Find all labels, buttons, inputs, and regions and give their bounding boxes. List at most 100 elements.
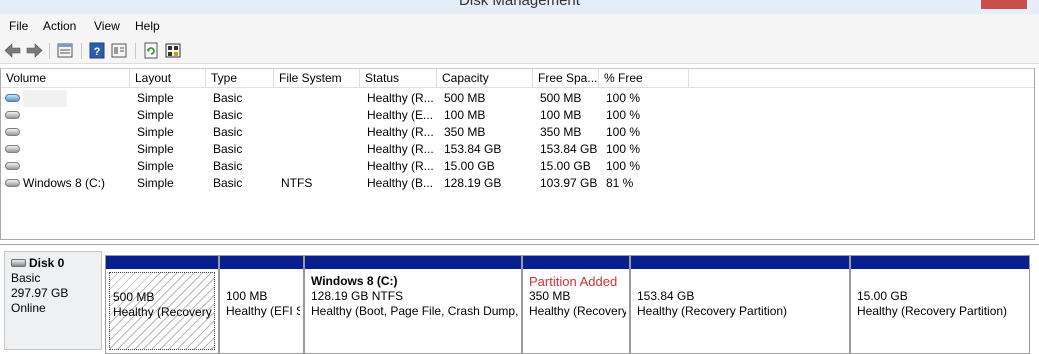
volume-icon (5, 111, 20, 119)
cell-status: Healthy (R... (367, 142, 434, 156)
help-icon[interactable]: ? (88, 42, 106, 59)
volume-icon (5, 94, 20, 102)
partition-added[interactable]: Partition Added 350 MB Healthy (Recovery… (522, 255, 630, 354)
menu-help[interactable]: Help (135, 19, 160, 33)
cell-layout: Simple (137, 159, 174, 173)
cell-percent-free: 100 % (606, 91, 641, 105)
cell-layout: Simple (137, 125, 174, 139)
cell-free-space: 103.97 GB (540, 176, 598, 190)
table-row[interactable]: Simple Basic Healthy (R... 153.84 GB 153… (1, 141, 701, 158)
cell-capacity: 15.00 GB (444, 159, 495, 173)
partition-body: 100 MB Healthy (EFI System Partition) (223, 272, 300, 350)
disk-size: 297.97 GB (11, 286, 69, 300)
cell-percent-free: 81 % (606, 176, 634, 190)
disk-name-row: Disk 0 (11, 256, 101, 271)
cell-file-system (279, 107, 281, 124)
cell-type: Basic (213, 142, 243, 156)
column-free-space[interactable]: Free Spa... (533, 69, 599, 88)
partition-windows-c[interactable]: Windows 8 (C:) 128.19 GB NTFS Healthy (B… (304, 255, 522, 354)
volume-icon (5, 128, 20, 136)
partition-bar (851, 256, 1029, 269)
forward-arrow-icon[interactable] (25, 42, 43, 59)
close-button[interactable] (981, 0, 1027, 9)
partition-recovery-3[interactable]: 15.00 GB Healthy (Recovery Partition) (850, 255, 1030, 354)
rescan-icon[interactable] (164, 42, 182, 59)
cell-type: Basic (213, 108, 243, 122)
column-capacity[interactable]: Capacity (437, 69, 533, 88)
partition-status: Healthy (Recovery Partition) (529, 304, 626, 318)
toolbar: ? (0, 38, 1039, 64)
partition-status: Healthy (Recovery Partition) (637, 304, 788, 318)
cell-file-system (279, 124, 281, 141)
menu-view[interactable]: View (94, 19, 120, 33)
table-row[interactable]: Simple Basic Healthy (R... 500 MB 500 MB… (1, 90, 701, 107)
menu-bar: File Action View Help (0, 14, 1039, 38)
partition-status: Healthy (Recovery Partition) (113, 305, 214, 319)
column-percent-free[interactable]: % Free (599, 69, 689, 88)
cell-status: Healthy (E... (367, 108, 434, 122)
cell-free-space: 153.84 GB (540, 142, 598, 156)
partition-efi[interactable]: 100 MB Healthy (EFI System Partition) (219, 255, 304, 354)
cell-capacity: 350 MB (444, 125, 486, 139)
cell-percent-free: 100 % (606, 159, 641, 173)
partition-status: Healthy (Recovery Partition) (857, 304, 1008, 318)
properties-icon[interactable] (110, 42, 128, 59)
partition-status: Healthy (EFI System Partition) (226, 304, 300, 318)
volume-icon (5, 145, 20, 153)
toolbar-separator (81, 43, 82, 59)
cell-status: Healthy (R... (367, 125, 434, 139)
cell-file-system: NTFS (281, 176, 313, 190)
volume-icon (5, 179, 20, 187)
cell-free-space: 100 MB (540, 108, 582, 122)
partition-status: Healthy (Boot, Page File, Crash Dump, Pr… (311, 304, 518, 318)
window-title: Disk Management (459, 0, 580, 9)
back-arrow-icon[interactable] (4, 42, 22, 59)
svg-text:?: ? (94, 46, 101, 58)
table-row[interactable]: Simple Basic Healthy (E... 100 MB 100 MB… (1, 107, 701, 124)
disk-map-pane: Disk 0 Basic 297.97 GB Online 500 MB Hea… (0, 244, 1039, 354)
partition-size: 153.84 GB (637, 289, 695, 303)
column-layout[interactable]: Layout (130, 69, 206, 88)
column-file-system[interactable]: File System (274, 69, 360, 88)
menu-file[interactable]: File (9, 19, 28, 33)
partition-body: Windows 8 (C:) 128.19 GB NTFS Healthy (B… (308, 272, 518, 350)
volume-list[interactable]: Volume Layout Type File System Status Ca… (0, 68, 1035, 240)
partition-size: 100 MB (226, 289, 268, 303)
partition-recovery-2[interactable]: 153.84 GB Healthy (Recovery Partition) (630, 255, 850, 354)
column-volume[interactable]: Volume (1, 69, 130, 88)
partition-body: 500 MB Healthy (Recovery Partition) (109, 272, 215, 350)
disk-label[interactable]: Disk 0 Basic 297.97 GB Online (4, 251, 102, 350)
partition-recovery-1[interactable]: 500 MB Healthy (Recovery Partition) (105, 255, 219, 354)
partition-bar (305, 256, 521, 269)
table-row[interactable]: Simple Basic Healthy (R... 15.00 GB 15.0… (1, 158, 701, 175)
column-type[interactable]: Type (206, 69, 274, 88)
table-row[interactable]: Windows 8 (C:) Simple Basic NTFS Healthy… (1, 175, 701, 192)
cell-layout: Simple (137, 108, 174, 122)
volume-name-redacted (23, 90, 67, 107)
partition-bar (631, 256, 849, 269)
disk-type: Basic (11, 271, 41, 285)
toolbar-separator (135, 43, 136, 59)
partition-bar (220, 256, 303, 269)
partition-title: Partition Added (529, 274, 618, 289)
table-row[interactable]: Simple Basic Healthy (R... 350 MB 350 MB… (1, 124, 701, 141)
cell-status: Healthy (B... (367, 176, 434, 190)
partition-bar (106, 256, 218, 269)
cell-percent-free: 100 % (606, 142, 641, 156)
title-bar: Disk Management (0, 0, 1039, 14)
cell-capacity: 128.19 GB (444, 176, 502, 190)
cell-type: Basic (213, 91, 243, 105)
refresh-icon[interactable] (142, 42, 160, 59)
partition-body: Partition Added 350 MB Healthy (Recovery… (526, 272, 626, 350)
partition-size: 128.19 GB NTFS (311, 289, 404, 303)
column-status[interactable]: Status (360, 69, 437, 88)
disk-list-icon[interactable] (56, 42, 74, 59)
cell-type: Basic (213, 125, 243, 139)
cell-layout: Simple (137, 142, 174, 156)
cell-capacity: 153.84 GB (444, 142, 502, 156)
disk-icon (11, 259, 26, 267)
toolbar-separator (49, 43, 50, 59)
partition-size: 350 MB (529, 289, 571, 303)
menu-action[interactable]: Action (43, 19, 76, 33)
cell-layout: Simple (137, 91, 174, 105)
